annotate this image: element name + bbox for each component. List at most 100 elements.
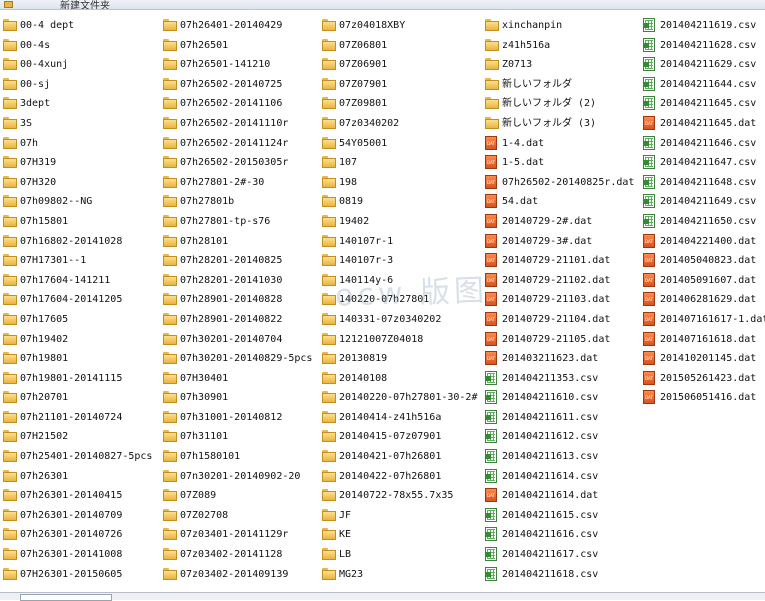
folder-item[interactable]: 07h30201-20140704 bbox=[163, 330, 321, 350]
folder-item[interactable]: 140114y-6 bbox=[322, 271, 482, 291]
folder-item[interactable]: 07H320 bbox=[3, 173, 161, 193]
file-item[interactable]: 201404211619.csv bbox=[643, 16, 765, 36]
file-item[interactable]: 201404211612.csv bbox=[485, 427, 641, 447]
file-item[interactable]: 201404211353.csv bbox=[485, 369, 641, 389]
folder-item[interactable]: 07h26501 bbox=[163, 36, 321, 56]
folder-item[interactable]: 07h26301-20140726 bbox=[3, 525, 161, 545]
folder-item[interactable]: 00-4 dept bbox=[3, 16, 161, 36]
folder-item[interactable]: 07h26502-20141110r bbox=[163, 114, 321, 134]
folder-item[interactable]: 07h25401-20140827-5pcs bbox=[3, 447, 161, 467]
folder-item[interactable]: xinchanpin bbox=[485, 16, 641, 36]
folder-item[interactable]: 07Z02708 bbox=[163, 506, 321, 526]
folder-item[interactable]: 07h19402 bbox=[3, 330, 161, 350]
file-item[interactable]: 201404211617.csv bbox=[485, 545, 641, 565]
folder-item[interactable]: 07h26502-20141106 bbox=[163, 94, 321, 114]
folder-item[interactable]: 07z03401-20141129r bbox=[163, 525, 321, 545]
folder-item[interactable]: 07z03402-20141128 bbox=[163, 545, 321, 565]
file-item[interactable]: 201404211644.csv bbox=[643, 75, 765, 95]
folder-item[interactable]: JF bbox=[322, 506, 482, 526]
file-item[interactable]: 201404211645.dat bbox=[643, 114, 765, 134]
folder-item[interactable]: 07z03402-201409139 bbox=[163, 565, 321, 585]
folder-item[interactable]: LB bbox=[322, 545, 482, 565]
folder-item[interactable]: 140107r-3 bbox=[322, 251, 482, 271]
folder-item[interactable]: 07h17604-20141205 bbox=[3, 290, 161, 310]
folder-item[interactable]: 07z04018XBY bbox=[322, 16, 482, 36]
file-item[interactable]: 201406281629.dat bbox=[643, 290, 765, 310]
folder-item[interactable]: 07h28201-20140825 bbox=[163, 251, 321, 271]
folder-item[interactable]: 新しいフォルダ (2) bbox=[485, 94, 641, 114]
file-item[interactable]: 20140729-21103.dat bbox=[485, 290, 641, 310]
file-item[interactable]: 201404211646.csv bbox=[643, 134, 765, 154]
file-item[interactable]: 201405091607.dat bbox=[643, 271, 765, 291]
folder-item[interactable]: 07h27801-2#-30 bbox=[163, 173, 321, 193]
file-item[interactable]: 201404211647.csv bbox=[643, 153, 765, 173]
folder-item[interactable]: 3S bbox=[3, 114, 161, 134]
file-item[interactable]: 07h26502-20140825r.dat bbox=[485, 173, 641, 193]
file-item[interactable]: 201404211610.csv bbox=[485, 388, 641, 408]
file-item[interactable]: 201404211614.dat bbox=[485, 486, 641, 506]
folder-item[interactable]: 140107r-1 bbox=[322, 232, 482, 252]
folder-item[interactable]: 20140422-07h26801 bbox=[322, 467, 482, 487]
file-item[interactable]: 201407161617-1.dat bbox=[643, 310, 765, 330]
file-item[interactable]: 201404211629.csv bbox=[643, 55, 765, 75]
folder-item[interactable]: 07h bbox=[3, 134, 161, 154]
file-item[interactable]: 201404211645.csv bbox=[643, 94, 765, 114]
folder-item[interactable]: 07h26301-20141008 bbox=[3, 545, 161, 565]
folder-item[interactable]: 07h31101 bbox=[163, 427, 321, 447]
folder-item[interactable]: 07h20701 bbox=[3, 388, 161, 408]
folder-item[interactable]: 07Z089 bbox=[163, 486, 321, 506]
folder-item[interactable]: 07h15801 bbox=[3, 212, 161, 232]
file-item[interactable]: 201404211628.csv bbox=[643, 36, 765, 56]
folder-item[interactable]: 07h1580101 bbox=[163, 447, 321, 467]
folder-item[interactable]: 07h26301-20140415 bbox=[3, 486, 161, 506]
folder-item[interactable]: 07Z06801 bbox=[322, 36, 482, 56]
file-item[interactable]: 20140729-21101.dat bbox=[485, 251, 641, 271]
organize-icon[interactable] bbox=[4, 1, 13, 8]
folder-item[interactable]: 07h27801b bbox=[163, 192, 321, 212]
folder-item[interactable]: 07h28201-20141030 bbox=[163, 271, 321, 291]
folder-item[interactable]: 07h16802-20141028 bbox=[3, 232, 161, 252]
folder-item[interactable]: 新しいフォルダ bbox=[485, 75, 641, 95]
folder-item[interactable]: 20130819 bbox=[322, 349, 482, 369]
file-item[interactable]: 201404211650.csv bbox=[643, 212, 765, 232]
file-item[interactable]: 201404211618.csv bbox=[485, 565, 641, 585]
folder-item[interactable]: 20140415-07z07901 bbox=[322, 427, 482, 447]
folder-item[interactable]: 07h19801 bbox=[3, 349, 161, 369]
folder-item[interactable]: 07h26301 bbox=[3, 467, 161, 487]
folder-item[interactable]: 07h17605 bbox=[3, 310, 161, 330]
folder-item[interactable]: 07z0340202 bbox=[322, 114, 482, 134]
file-item[interactable]: 201404211615.csv bbox=[485, 506, 641, 526]
folder-item[interactable]: 19402 bbox=[322, 212, 482, 232]
file-item[interactable]: 201506051416.dat bbox=[643, 388, 765, 408]
file-item[interactable]: 20140729-21102.dat bbox=[485, 271, 641, 291]
file-item[interactable]: 1-4.dat bbox=[485, 134, 641, 154]
folder-item[interactable]: 07H319 bbox=[3, 153, 161, 173]
folder-item[interactable]: 00-4xunj bbox=[3, 55, 161, 75]
folder-item[interactable]: 07h19801-20141115 bbox=[3, 369, 161, 389]
file-item[interactable]: 201404211648.csv bbox=[643, 173, 765, 193]
folder-item[interactable]: 54Y05001 bbox=[322, 134, 482, 154]
folder-item[interactable]: 198 bbox=[322, 173, 482, 193]
file-item[interactable]: 201404211616.csv bbox=[485, 525, 641, 545]
folder-item[interactable]: 07h28901-20140822 bbox=[163, 310, 321, 330]
folder-item[interactable]: 07h30901 bbox=[163, 388, 321, 408]
file-item[interactable]: 201410201145.dat bbox=[643, 349, 765, 369]
folder-item[interactable]: 20140421-07h26801 bbox=[322, 447, 482, 467]
folder-item[interactable]: 07Z06901 bbox=[322, 55, 482, 75]
folder-item[interactable]: 07h27801-tp-s76 bbox=[163, 212, 321, 232]
folder-item[interactable]: 07h09802--NG bbox=[3, 192, 161, 212]
folder-item[interactable]: 07Z09801 bbox=[322, 94, 482, 114]
folder-item[interactable]: KE bbox=[322, 525, 482, 545]
folder-item[interactable]: 07h26501-141210 bbox=[163, 55, 321, 75]
file-item[interactable]: 201403211623.dat bbox=[485, 349, 641, 369]
folder-item[interactable]: 107 bbox=[322, 153, 482, 173]
file-item[interactable]: 20140729-3#.dat bbox=[485, 232, 641, 252]
folder-item[interactable]: 07H30401 bbox=[163, 369, 321, 389]
folder-item[interactable]: 0819 bbox=[322, 192, 482, 212]
folder-item[interactable]: 07Z07901 bbox=[322, 75, 482, 95]
folder-item[interactable]: 07h28901-20140828 bbox=[163, 290, 321, 310]
folder-item[interactable]: 07h30201-20140829-5pcs bbox=[163, 349, 321, 369]
file-item[interactable]: 201404211613.csv bbox=[485, 447, 641, 467]
folder-item[interactable]: 07H21502 bbox=[3, 427, 161, 447]
folder-item[interactable]: 20140414-z41h516a bbox=[322, 408, 482, 428]
